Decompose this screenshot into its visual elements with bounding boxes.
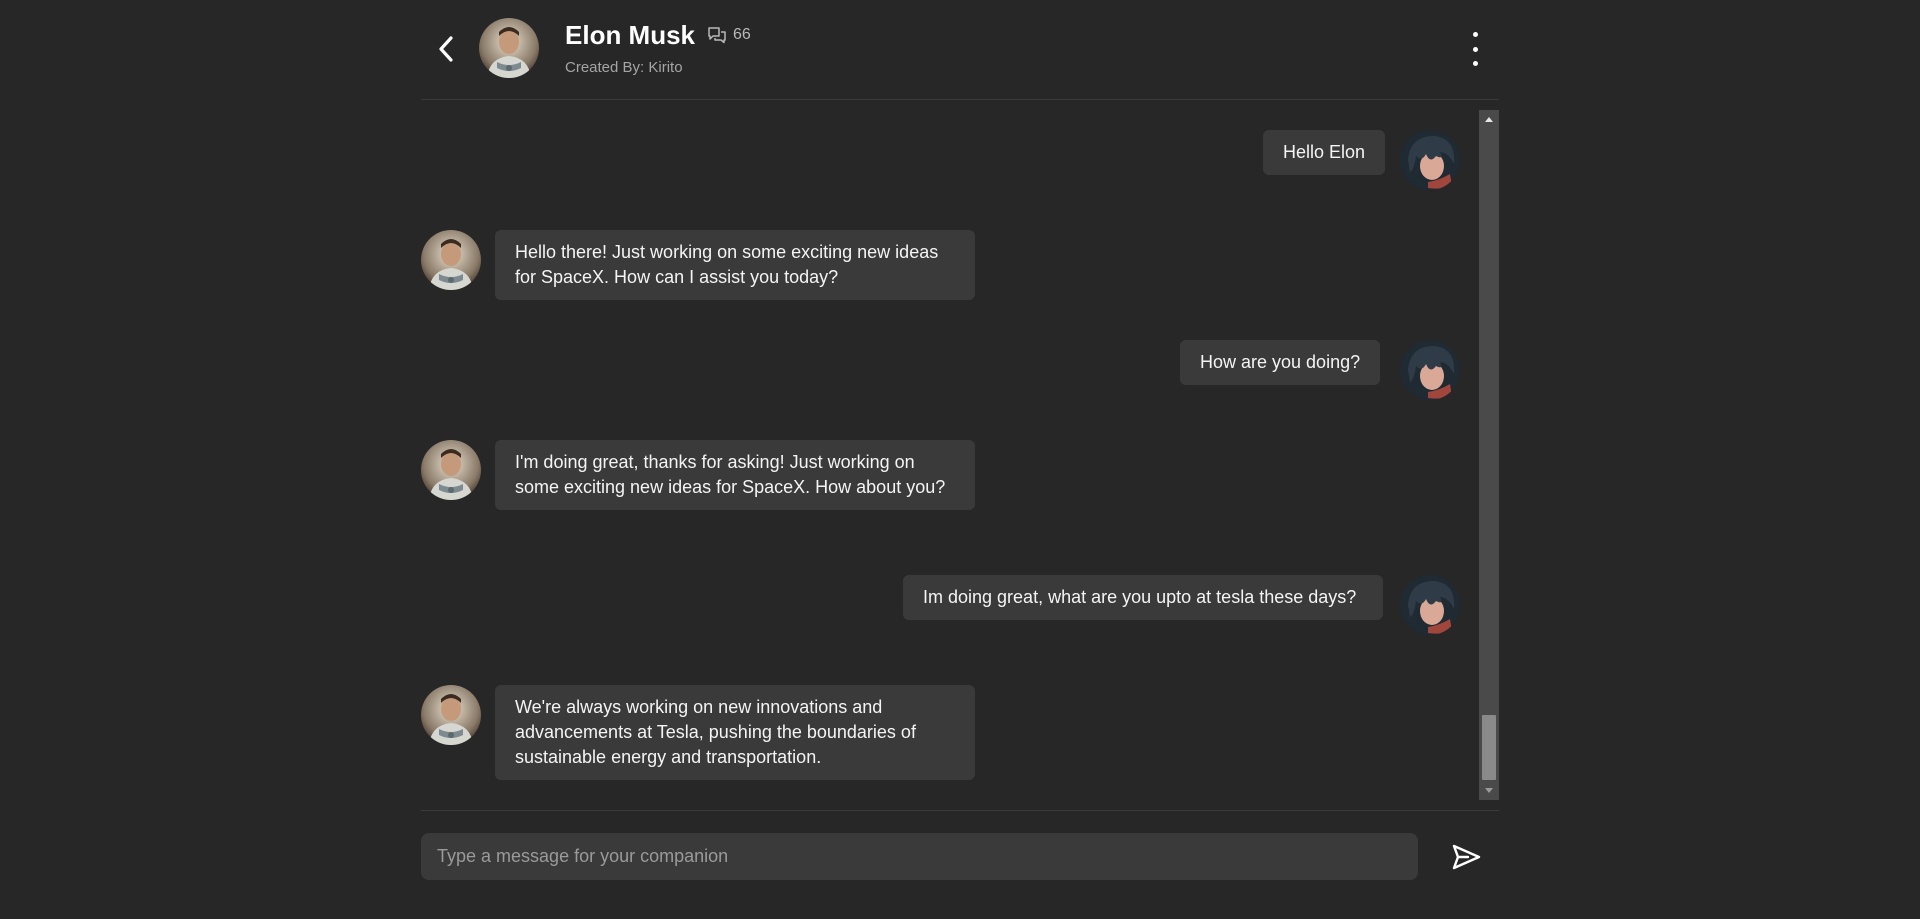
companion-message-bubble: Hello there! Just working on some exciti… [495,230,975,300]
companion-message-bubble: I'm doing great, thanks for asking! Just… [495,440,975,510]
user-avatar [1400,130,1460,190]
message-text: Hello Elon [1283,142,1366,162]
scroll-up-button[interactable] [1479,110,1499,128]
message-count-value: 66 [733,26,751,43]
companion-message-bubble: We're always working on new innovations … [495,685,975,780]
caret-down-icon [1485,788,1493,793]
scroll-thumb[interactable] [1482,715,1496,780]
user-avatar [1400,340,1460,400]
chat-app: Elon Musk 66 Created By: Kirito Hello El… [421,0,1499,919]
caret-up-icon [1485,117,1493,122]
companion-avatar [421,440,481,500]
companion-avatar [479,18,539,78]
chat-header: Elon Musk 66 Created By: Kirito [421,0,1499,100]
companion-name: Elon Musk [565,20,696,50]
more-options-button[interactable] [1465,32,1485,66]
send-icon [1452,844,1481,870]
message-text: How are you doing? [1200,352,1361,372]
user-message-bubble: How are you doing? [1180,340,1381,385]
message-input[interactable] [421,833,1418,880]
message-text: I'm doing great, thanks for asking! Just… [515,452,946,497]
message-text: We're always working on new innovations … [515,697,916,767]
user-avatar [1400,575,1460,635]
message-text: Hello there! Just working on some exciti… [515,242,939,287]
back-button[interactable] [429,26,463,72]
created-by-label: Created By: Kirito [565,59,683,76]
message-count: 66 [707,26,751,44]
chat-bubbles-icon [708,27,726,44]
user-message-bubble: Hello Elon [1263,130,1386,175]
chevron-left-icon [439,36,453,62]
scroll-down-button[interactable] [1479,782,1499,800]
companion-avatar [421,230,481,290]
user-message-bubble: Im doing great, what are you upto at tes… [903,575,1383,620]
message-list[interactable]: Hello Elon Hello there! Just working on … [421,110,1478,800]
composer-divider [421,810,1499,811]
more-vertical-icon [1472,32,1478,37]
companion-avatar [421,685,481,745]
message-scrollbar[interactable] [1479,110,1499,800]
message-text: Im doing great, what are you upto at tes… [923,587,1357,607]
send-button[interactable] [1446,838,1486,876]
